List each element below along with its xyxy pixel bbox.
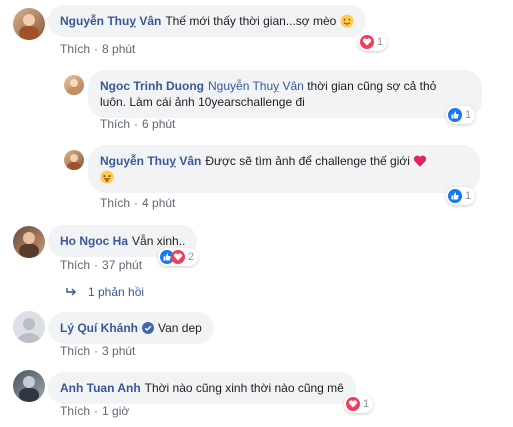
reactions-badge[interactable]: 2 bbox=[158, 248, 199, 266]
comment-bubble: Anh Tuan Anh Thời nào cũng xinh thời nào … bbox=[48, 372, 356, 404]
love-reaction-icon bbox=[171, 250, 185, 264]
like-link[interactable]: Thích bbox=[100, 117, 130, 131]
like-link[interactable]: Thích bbox=[60, 404, 90, 418]
view-replies-link[interactable]: 1 phản hồi bbox=[66, 285, 144, 299]
comment-actions: Thích · 6 phút bbox=[100, 117, 176, 131]
author-name[interactable]: Ho Ngoc Ha bbox=[60, 234, 128, 248]
heart-eyes-emoji bbox=[340, 14, 354, 28]
avatar[interactable] bbox=[13, 311, 45, 343]
avatar[interactable] bbox=[13, 8, 45, 40]
like-reaction-icon bbox=[448, 108, 462, 122]
comment-text: Thời nào cũng xinh thời nào cũng mê bbox=[144, 381, 344, 395]
reactions-badge[interactable]: 1 bbox=[344, 395, 374, 413]
comment-actions: Thích · 4 phút bbox=[100, 196, 176, 210]
reactions-badge[interactable]: 1 bbox=[358, 33, 388, 51]
like-link[interactable]: Thích bbox=[60, 42, 90, 56]
reaction-count: 2 bbox=[188, 251, 195, 263]
author-name[interactable]: Anh Tuan Anh bbox=[60, 381, 141, 395]
avatar[interactable] bbox=[64, 75, 84, 95]
comment-text: Vẫn xinh.. bbox=[132, 234, 186, 248]
timestamp[interactable]: 8 phút bbox=[102, 42, 135, 56]
reaction-count: 1 bbox=[377, 36, 384, 48]
mention-tag[interactable]: Nguyễn Thuỵ Vân bbox=[208, 79, 304, 93]
reaction-count: 1 bbox=[465, 109, 472, 121]
comment-text-line1: thời gian cũng sợ cả thỏ bbox=[307, 79, 437, 93]
comment-actions: Thích · 1 giờ bbox=[60, 404, 130, 418]
comment-text: Thế mới thấy thời gian...sợ mèo bbox=[165, 14, 337, 28]
comment-bubble: Ngoc Trinh Duong Nguyễn Thuỵ Vân thời gia… bbox=[88, 70, 482, 118]
reaction-count: 1 bbox=[363, 398, 370, 410]
like-link[interactable]: Thích bbox=[60, 344, 90, 358]
author-name[interactable]: Nguyễn Thuỵ Vân bbox=[100, 154, 201, 168]
author-name[interactable]: Ngoc Trinh Duong bbox=[100, 79, 204, 93]
comment-actions: Thích · 37 phút bbox=[60, 258, 143, 272]
like-link[interactable]: Thích bbox=[100, 196, 130, 210]
comment-actions: Thích · 8 phút bbox=[60, 42, 136, 56]
comment-text-line2: luôn. Làm cái ảnh 10yearschallenge đi bbox=[100, 95, 305, 109]
reaction-count: 1 bbox=[465, 190, 472, 202]
comment-text: Van dep bbox=[158, 321, 202, 335]
timestamp[interactable]: 4 phút bbox=[142, 196, 175, 210]
timestamp[interactable]: 6 phút bbox=[142, 117, 175, 131]
timestamp[interactable]: 3 phút bbox=[102, 344, 135, 358]
avatar[interactable] bbox=[13, 226, 45, 258]
verified-badge-icon bbox=[142, 322, 154, 334]
avatar[interactable] bbox=[13, 370, 45, 402]
author-name[interactable]: Nguyễn Thuỵ Vân bbox=[60, 14, 161, 28]
comment-text: Được sẽ tìm ảnh để challenge thế giới bbox=[205, 154, 410, 168]
reactions-badge[interactable]: 1 bbox=[446, 187, 476, 205]
timestamp[interactable]: 37 phút bbox=[102, 258, 142, 272]
replies-count[interactable]: 1 phản hồi bbox=[88, 285, 144, 299]
avatar[interactable] bbox=[64, 150, 84, 170]
tongue-emoji bbox=[100, 170, 114, 184]
comment-bubble: Lý Quí Khánh Van dep bbox=[48, 312, 214, 344]
heart-emoji bbox=[414, 155, 427, 167]
comment-bubble: Nguyễn Thuỵ Vân Thế mới thấy thời gian...… bbox=[48, 5, 366, 37]
like-reaction-icon bbox=[448, 189, 462, 203]
author-name[interactable]: Lý Quí Khánh bbox=[60, 321, 138, 335]
comment-actions: Thích · 3 phút bbox=[60, 344, 136, 358]
timestamp[interactable]: 1 giờ bbox=[102, 404, 129, 418]
reply-arrow-icon bbox=[66, 288, 76, 296]
love-reaction-icon bbox=[346, 397, 360, 411]
reactions-badge[interactable]: 1 bbox=[446, 106, 476, 124]
comment-bubble: Nguyễn Thuỵ Vân Được sẽ tìm ảnh để challe… bbox=[88, 145, 480, 193]
like-link[interactable]: Thích bbox=[60, 258, 90, 272]
love-reaction-icon bbox=[360, 35, 374, 49]
